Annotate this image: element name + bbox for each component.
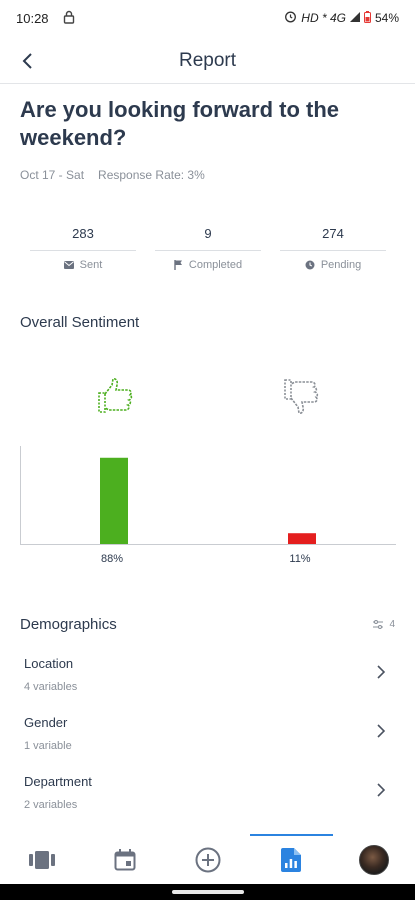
stat-completed-value: 9 [155, 226, 261, 251]
chart-label-negative: 11% [289, 553, 311, 565]
chart-bar-positive [100, 457, 128, 544]
nav-item-profile[interactable] [344, 838, 404, 882]
lock-icon [63, 10, 75, 27]
status-bar: 10:28 HD * 4G 54% [0, 0, 415, 36]
demographic-row-department[interactable]: Department 2 variables [24, 774, 390, 830]
demographics-title: Demographics [20, 616, 117, 633]
sentiment-chart [20, 446, 396, 546]
back-button[interactable] [14, 48, 40, 74]
nav-item-create[interactable] [178, 838, 238, 882]
stat-completed-label: Completed [188, 259, 243, 271]
status-time: 10:28 [16, 10, 49, 26]
stat-pending-label: Pending [320, 259, 362, 271]
network-indicator: HD * 4G [301, 11, 346, 25]
stat-completed: 9 Completed [155, 226, 261, 271]
battery-level: 54% [374, 11, 399, 25]
page-title: Report [178, 49, 237, 71]
flag-icon [174, 260, 182, 270]
add-circle-icon [195, 847, 220, 873]
demographics-count-value: 4 [389, 619, 395, 630]
nav-item-surveys[interactable] [12, 838, 72, 882]
thumbs-up-icon [98, 378, 133, 413]
chevron-left-icon [22, 53, 32, 69]
battery-icon [363, 10, 371, 26]
question-date: Oct 17 - Sat [20, 168, 85, 182]
stat-sent-label: Sent [79, 259, 103, 271]
demographic-sub: 2 variables [24, 799, 78, 811]
signal-icon [349, 11, 360, 25]
demographic-name: Location [24, 656, 74, 671]
demographic-sub: 4 variables [24, 681, 78, 693]
chevron-right-icon [377, 724, 386, 738]
alarm-icon [284, 10, 297, 26]
sentiment-title: Overall Sentiment [20, 314, 140, 331]
stat-sent-value: 283 [30, 226, 136, 251]
question-title: Are you looking forward to the weekend? [20, 97, 340, 150]
mail-icon [63, 261, 74, 269]
chevron-right-icon [377, 665, 386, 679]
stat-sent: 283 Sent [30, 226, 136, 271]
demographic-sub: 1 variable [24, 740, 72, 752]
nav-item-reports[interactable] [261, 838, 321, 882]
app-bar: Report [0, 38, 415, 84]
home-indicator[interactable] [172, 890, 244, 894]
demographics-header: Demographics 4 [20, 616, 395, 633]
demographic-name: Gender [24, 715, 68, 730]
stat-pending-value: 274 [280, 226, 386, 251]
stats-row: 283 Sent 9 Completed 274 Pending [30, 226, 386, 271]
chart-bar-negative [288, 533, 316, 544]
demographics-count[interactable]: 4 [373, 619, 395, 630]
filter-icon [373, 620, 384, 629]
demographic-row-location[interactable]: Location 4 variables [24, 656, 390, 712]
demographic-row-gender[interactable]: Gender 1 variable [24, 715, 390, 771]
bottom-nav [0, 836, 415, 884]
chevron-right-icon [377, 783, 386, 797]
clock-icon [305, 260, 315, 270]
report-icon [280, 848, 301, 872]
question-meta: Oct 17 - Sat Response Rate: 3% [20, 168, 205, 182]
nav-item-calendar[interactable] [95, 838, 155, 882]
chart-label-positive: 88% [100, 553, 124, 565]
stat-pending: 274 Pending [280, 226, 386, 271]
avatar [358, 845, 389, 875]
calendar-icon [114, 849, 135, 871]
thumbs-down-icon [284, 379, 319, 414]
cards-icon [28, 851, 55, 869]
response-rate: Response Rate: 3% [98, 168, 205, 182]
demographic-name: Department [24, 774, 92, 789]
system-navigation-bar [0, 884, 415, 900]
